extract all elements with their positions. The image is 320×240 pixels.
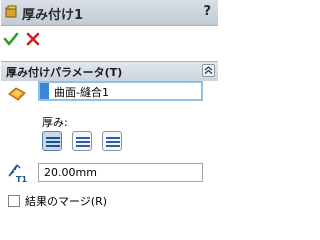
thicken-side1-icon [46,137,60,147]
title-bar: 厚み付け1 ? [1,0,218,26]
selection-item[interactable]: 曲面-縫合1 [54,84,109,100]
thickness-value: 20.00mm [44,166,97,179]
thicken-side2-button[interactable] [102,131,122,151]
help-icon[interactable]: ? [203,4,211,19]
thickness-label: 厚み: [42,116,68,129]
selection-marker [40,83,49,99]
property-manager-panel: 厚み付け1 ? 厚み付けパラメータ(T) 曲面-縫合1 厚み: T1 20.00… [0,0,219,219]
thicken-side1-button[interactable] [42,131,62,151]
panel-title: 厚み付け1 [22,8,84,23]
collapse-icon[interactable] [202,64,215,77]
group-title: 厚み付けパラメータ(T) [6,66,123,79]
action-row [0,26,219,54]
cancel-button[interactable] [25,31,41,47]
face-select-icon [8,87,26,101]
selection-list[interactable]: 曲面-縫合1 [38,81,203,101]
thicken-both-sides-button[interactable] [72,131,92,151]
thicken-side2-icon [106,137,120,147]
thicken-both-sides-icon [76,137,90,147]
merge-result-label[interactable]: 結果のマージ(R) [25,193,107,209]
merge-result-checkbox[interactable] [8,195,20,207]
group-header: 厚み付けパラメータ(T) [1,61,218,82]
thickness-icon: T1 [7,162,29,184]
group-body: 曲面-縫合1 厚み: T1 20.00mm 結果のマージ(R) [1,81,218,219]
thickness-icon-label: T1 [16,175,27,184]
feature-icon [5,5,18,19]
thickness-input[interactable]: 20.00mm [38,163,203,182]
ok-button[interactable] [3,31,19,47]
